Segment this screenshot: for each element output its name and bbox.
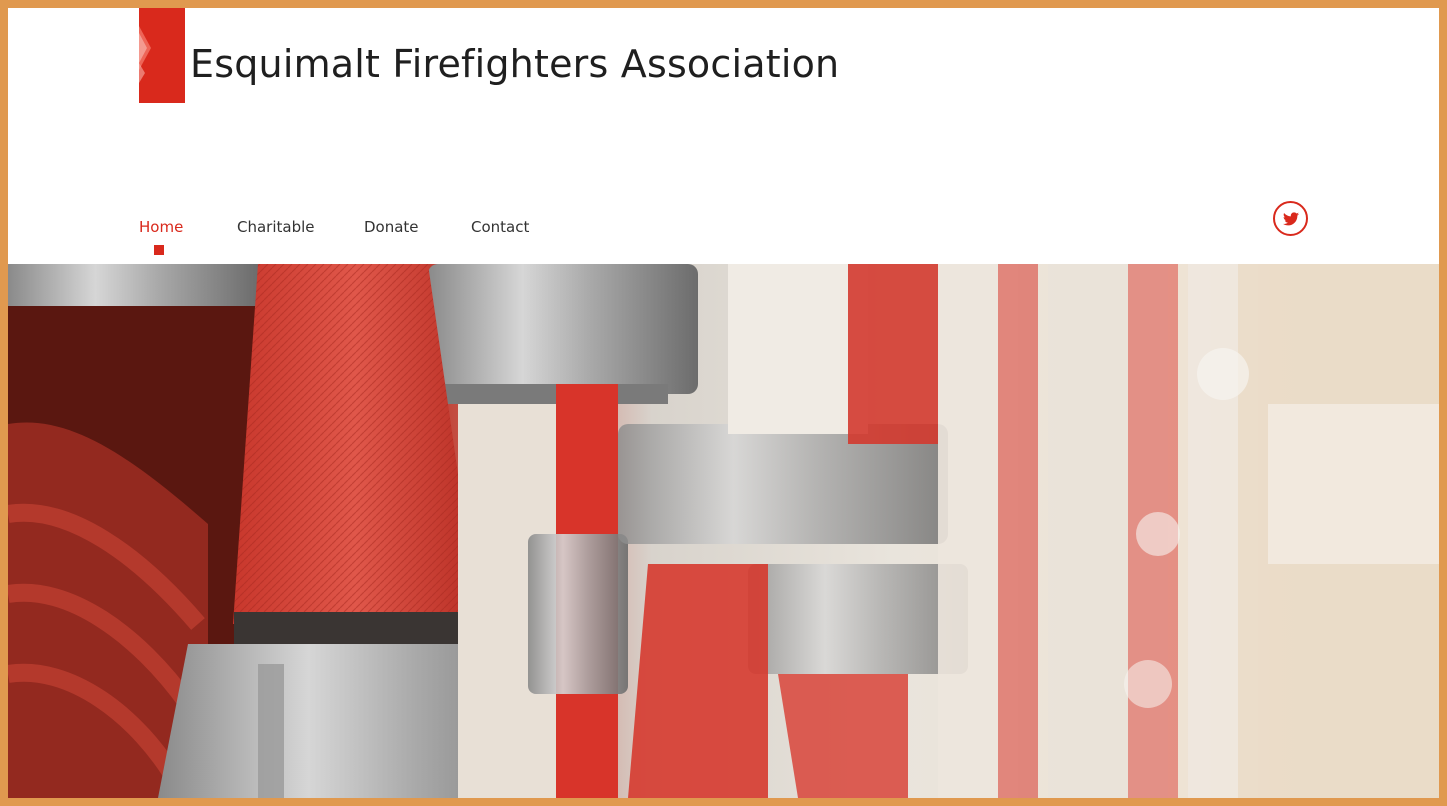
site-title[interactable]: Esquimalt Firefighters Association — [190, 42, 839, 86]
nav-item-donate[interactable]: Donate — [364, 218, 419, 236]
nav-item-label: Contact — [471, 218, 530, 236]
nav-item-charitable[interactable]: Charitable — [237, 218, 315, 236]
hero-image — [8, 264, 1439, 798]
active-indicator — [154, 245, 164, 255]
nav-item-label: Home — [139, 218, 184, 236]
nav-item-label: Donate — [364, 218, 419, 236]
twitter-icon — [1282, 211, 1299, 225]
nav-item-contact[interactable]: Contact — [471, 218, 529, 236]
nav-item-label: Charitable — [237, 218, 315, 236]
nav-item-home[interactable]: Home — [139, 218, 184, 255]
page-frame: Esquimalt Firefighters Association Home … — [8, 8, 1439, 798]
logo-icon[interactable] — [139, 8, 185, 103]
twitter-button[interactable] — [1273, 201, 1308, 236]
site-header: Esquimalt Firefighters Association Home … — [8, 8, 1439, 264]
